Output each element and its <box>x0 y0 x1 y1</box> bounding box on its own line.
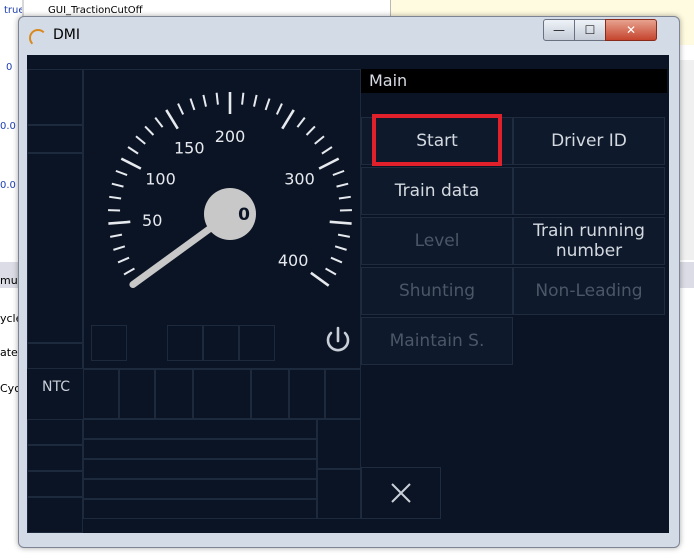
speed-tick <box>321 146 333 155</box>
ntc-label: NTC <box>42 379 70 395</box>
dial-box-4 <box>239 325 275 361</box>
speed-tick <box>253 94 258 107</box>
driver-id-button[interactable]: Driver ID <box>513 117 665 165</box>
speed-label: 150 <box>174 138 205 157</box>
speed-tick <box>332 169 345 177</box>
shunting-button[interactable]: Shunting <box>361 267 513 315</box>
train-data-button[interactable]: Train data <box>361 167 513 215</box>
speed-tick <box>338 195 351 200</box>
ntc-cell-7 <box>325 369 361 419</box>
speed-tick <box>109 195 122 200</box>
left-cell-a4 <box>27 343 83 369</box>
dial-box-1 <box>91 325 127 361</box>
dial-box-3 <box>203 325 239 361</box>
title-bar[interactable]: DMI — ☐ ✕ <box>19 17 679 55</box>
speed-tick <box>108 220 131 225</box>
speed-tick <box>281 109 295 130</box>
speed-tick <box>135 135 146 145</box>
speed-tick <box>325 267 337 276</box>
dmi-screen: 501001502003004000 NTC Main Start <box>27 55 669 533</box>
dial-box-2 <box>167 325 203 361</box>
speed-tick <box>275 103 283 115</box>
speed-tick <box>109 233 123 238</box>
speed-tick <box>154 116 164 128</box>
maximize-button[interactable]: ☐ <box>574 19 606 41</box>
empty-menu-slot <box>513 167 665 215</box>
speed-tick <box>120 157 142 170</box>
speed-label: 200 <box>215 127 246 146</box>
text-message-row-5 <box>83 499 317 519</box>
lower-left-cell-3 <box>27 471 83 497</box>
speed-tick <box>177 103 185 115</box>
speed-tick <box>113 245 126 251</box>
level-button[interactable]: Level <box>361 217 513 265</box>
start-highlight-box <box>372 114 502 166</box>
speed-label: 400 <box>278 251 309 270</box>
lower-left-cell-2 <box>27 445 83 471</box>
text-message-row-1 <box>83 419 317 439</box>
speed-tick <box>117 256 130 264</box>
speed-tick <box>318 157 340 170</box>
menu-title: Main <box>361 69 667 93</box>
speed-tick <box>215 92 219 105</box>
menu-close-button[interactable] <box>361 467 441 519</box>
non-leading-button[interactable]: Non-Leading <box>513 267 665 315</box>
speed-tick <box>310 271 330 287</box>
speed-tick <box>127 146 139 155</box>
text-message-scroll-up <box>317 419 361 469</box>
speed-needle <box>129 218 223 289</box>
ntc-cell-2 <box>119 369 155 419</box>
app-icon <box>29 29 47 47</box>
speed-label: 300 <box>284 170 315 189</box>
speed-tick <box>296 116 306 128</box>
speed-tick <box>314 135 325 145</box>
speed-tick <box>189 98 196 111</box>
close-icon <box>391 483 411 503</box>
lower-left-cell-1 <box>27 419 83 445</box>
background-value-1: 0 <box>6 62 13 73</box>
left-cell-a3 <box>27 153 83 343</box>
ntc-cell-3 <box>155 369 193 419</box>
maintain-shunting-button[interactable]: Maintain S. <box>361 317 513 365</box>
minimize-button[interactable]: — <box>543 19 575 41</box>
text-message-row-4 <box>83 479 317 499</box>
speed-tick <box>329 220 352 225</box>
current-speed-value: 0 <box>238 205 250 225</box>
speed-tick <box>330 256 343 264</box>
speed-tick <box>241 92 245 105</box>
speed-tick <box>165 109 179 130</box>
speed-tick <box>111 182 124 188</box>
ntc-cell-6 <box>289 369 325 419</box>
speed-tick <box>334 245 347 251</box>
speed-label: 50 <box>142 211 162 230</box>
background-label: GUI_TractionCutOff <box>48 5 143 16</box>
speed-tick <box>305 125 316 136</box>
ntc-cell-1 <box>83 369 119 419</box>
left-cell-a2 <box>27 125 83 153</box>
background-text-3: ate <box>0 346 18 359</box>
lower-left-cell-4 <box>27 497 83 533</box>
dmi-window: DMI — ☐ ✕ 50 100 150 200 300 400 0 NTC M… <box>18 16 680 548</box>
speed-tick <box>123 267 135 276</box>
text-message-row-3 <box>83 459 317 479</box>
speed-tick <box>336 182 349 188</box>
window-title: DMI <box>53 27 80 43</box>
speed-tick <box>202 94 207 107</box>
ntc-cell-4 <box>193 369 251 419</box>
background-value-2: 0.0 <box>0 121 16 132</box>
text-message-row-2 <box>83 439 317 459</box>
speed-label: 100 <box>145 170 176 189</box>
speedometer-dial: 50 100 150 200 300 400 0 <box>108 92 352 289</box>
left-cell-a1 <box>27 69 83 125</box>
close-window-button[interactable]: ✕ <box>605 19 657 41</box>
speed-tick <box>144 125 155 136</box>
train-running-number-button[interactable]: Train running number <box>513 217 665 265</box>
speed-tick <box>264 98 271 111</box>
speed-tick <box>337 233 351 238</box>
ntc-cell-5 <box>251 369 289 419</box>
speed-tick <box>115 169 128 177</box>
background-value-3: 0.0 <box>0 180 16 191</box>
text-message-scroll-down <box>317 469 361 519</box>
power-icon[interactable] <box>319 322 357 360</box>
